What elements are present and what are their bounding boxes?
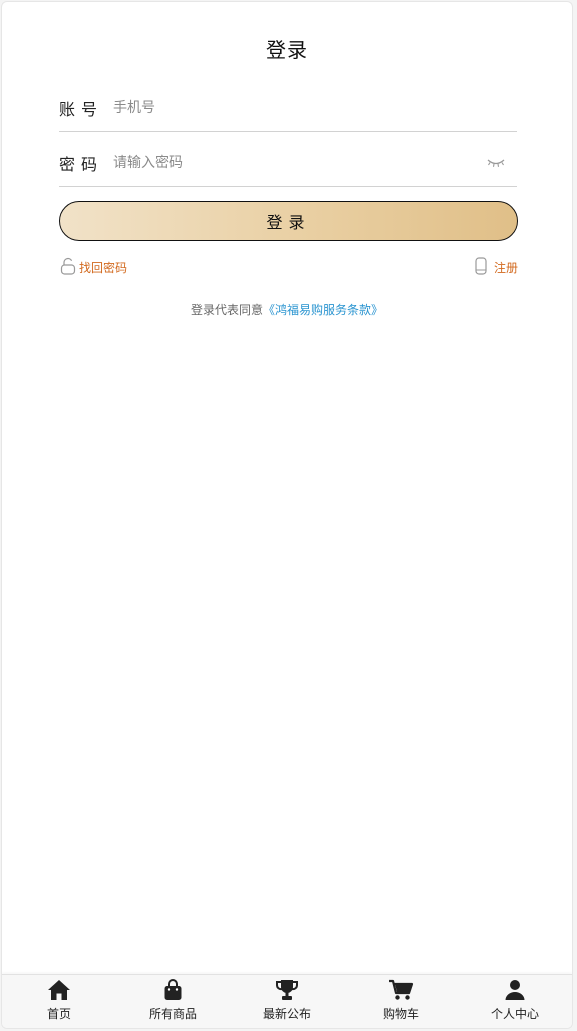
trophy-icon: [275, 978, 299, 1002]
tab-all-products[interactable]: 所有商品: [116, 975, 230, 1028]
password-field: 密码: [59, 139, 517, 187]
account-input[interactable]: [113, 92, 517, 123]
eye-closed-icon[interactable]: [485, 156, 507, 170]
tab-home[interactable]: 首页: [2, 975, 116, 1028]
user-icon: [504, 978, 526, 1002]
page-title: 登录: [266, 38, 308, 62]
agreement-text: 登录代表同意《鸿福易购服务条款》: [2, 301, 572, 318]
tab-cart-label: 购物车: [382, 1007, 419, 1021]
shopping-bag-icon: [163, 978, 183, 1002]
agreement-prefix: 登录代表同意: [190, 303, 263, 317]
cart-icon: [388, 978, 414, 1002]
forgot-password-link[interactable]: 找回密码: [59, 257, 127, 278]
home-icon: [47, 978, 71, 1002]
login-button[interactable]: 登录: [59, 201, 518, 241]
tab-home-label: 首页: [46, 1007, 71, 1021]
register-label: 注册: [493, 260, 518, 275]
auxiliary-links: 找回密码 注册: [59, 256, 518, 278]
tab-latest-announcements[interactable]: 最新公布: [230, 975, 344, 1028]
tab-profile[interactable]: 个人中心: [458, 975, 572, 1028]
tab-cart[interactable]: 购物车: [344, 975, 458, 1028]
account-field: 账号: [59, 84, 517, 132]
forgot-password-label: 找回密码: [79, 260, 128, 275]
phone-icon: [473, 256, 491, 278]
bottom-tabbar: 首页 所有商品 最新公布 购物车 个人中心: [2, 974, 572, 1028]
tab-all-products-label: 所有商品: [148, 1007, 197, 1021]
password-input[interactable]: [113, 147, 485, 178]
register-link[interactable]: 注册: [473, 256, 518, 278]
tab-profile-label: 个人中心: [490, 1007, 539, 1021]
account-label: 账号: [59, 99, 104, 119]
password-label: 密码: [59, 154, 104, 174]
unlock-icon: [59, 257, 79, 278]
tab-latest-announcements-label: 最新公布: [262, 1007, 311, 1021]
terms-link[interactable]: 《鸿福易购服务条款》: [263, 303, 383, 317]
app-screen: 登录 账号 密码 登录 找回密码: [1, 1, 573, 1029]
